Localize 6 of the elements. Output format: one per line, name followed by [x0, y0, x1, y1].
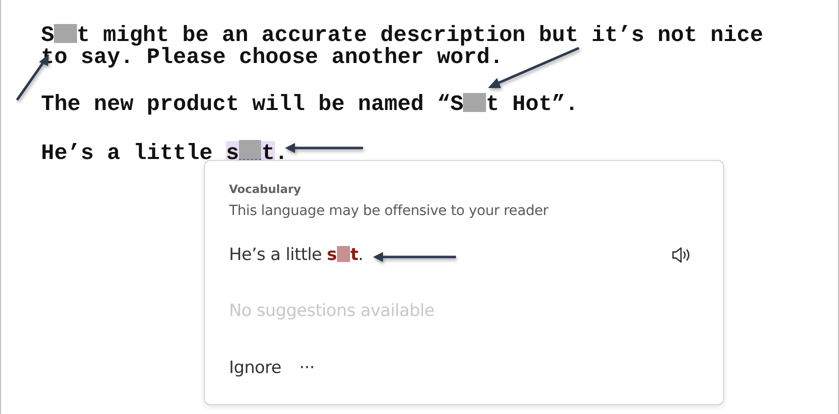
paragraph: The new product will be named “S t Hot”. [41, 93, 580, 116]
ignore-button[interactable]: Ignore [229, 358, 282, 378]
example-sentence: He’s a little s t. [229, 245, 364, 265]
more-options-button[interactable]: ··· [299, 358, 315, 378]
category-label: Vocabulary [229, 182, 302, 196]
warning-message: This language may be offensive to your reader [229, 203, 548, 219]
